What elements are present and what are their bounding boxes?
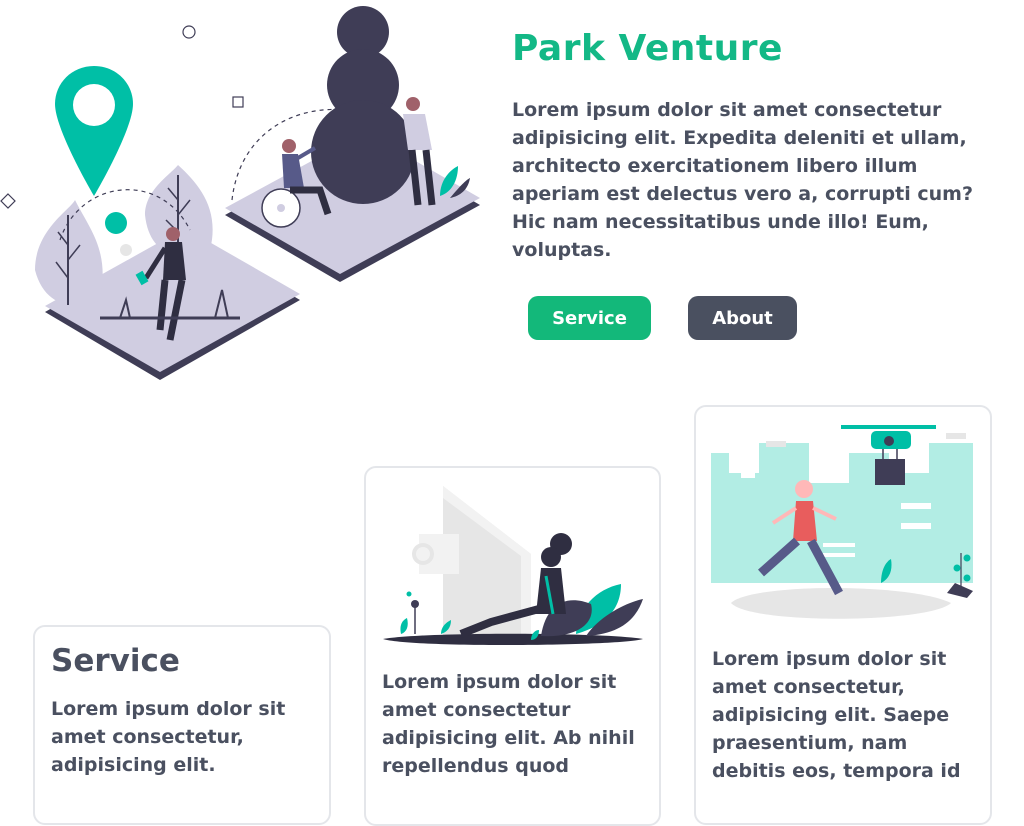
decor-circle xyxy=(182,25,196,39)
card-text: Lorem ipsum dolor sit amet consectetur a… xyxy=(382,671,635,777)
decor-square xyxy=(232,96,244,108)
card-title: Service xyxy=(51,643,180,679)
hero-illustration xyxy=(0,6,480,380)
card-text: Lorem ipsum dolor sit amet consectetur, … xyxy=(51,698,286,776)
service-card: Service Lorem ipsum dolor sit amet conse… xyxy=(33,625,331,825)
card-text: Lorem ipsum dolor sit amet consectetur, … xyxy=(712,648,961,782)
service-button[interactable]: Service xyxy=(528,296,651,340)
feature-card: Lorem ipsum dolor sit amet consectetur a… xyxy=(364,466,661,826)
about-button[interactable]: About xyxy=(688,296,797,340)
page-title: Park Venture xyxy=(512,28,783,69)
feature-card: Lorem ipsum dolor sit amet consectetur, … xyxy=(694,405,992,825)
card-illustration xyxy=(383,486,643,646)
decor-diamond xyxy=(0,193,16,209)
hero-intro: Lorem ipsum dolor sit amet consectetur a… xyxy=(512,99,973,261)
card-illustration xyxy=(711,425,973,619)
